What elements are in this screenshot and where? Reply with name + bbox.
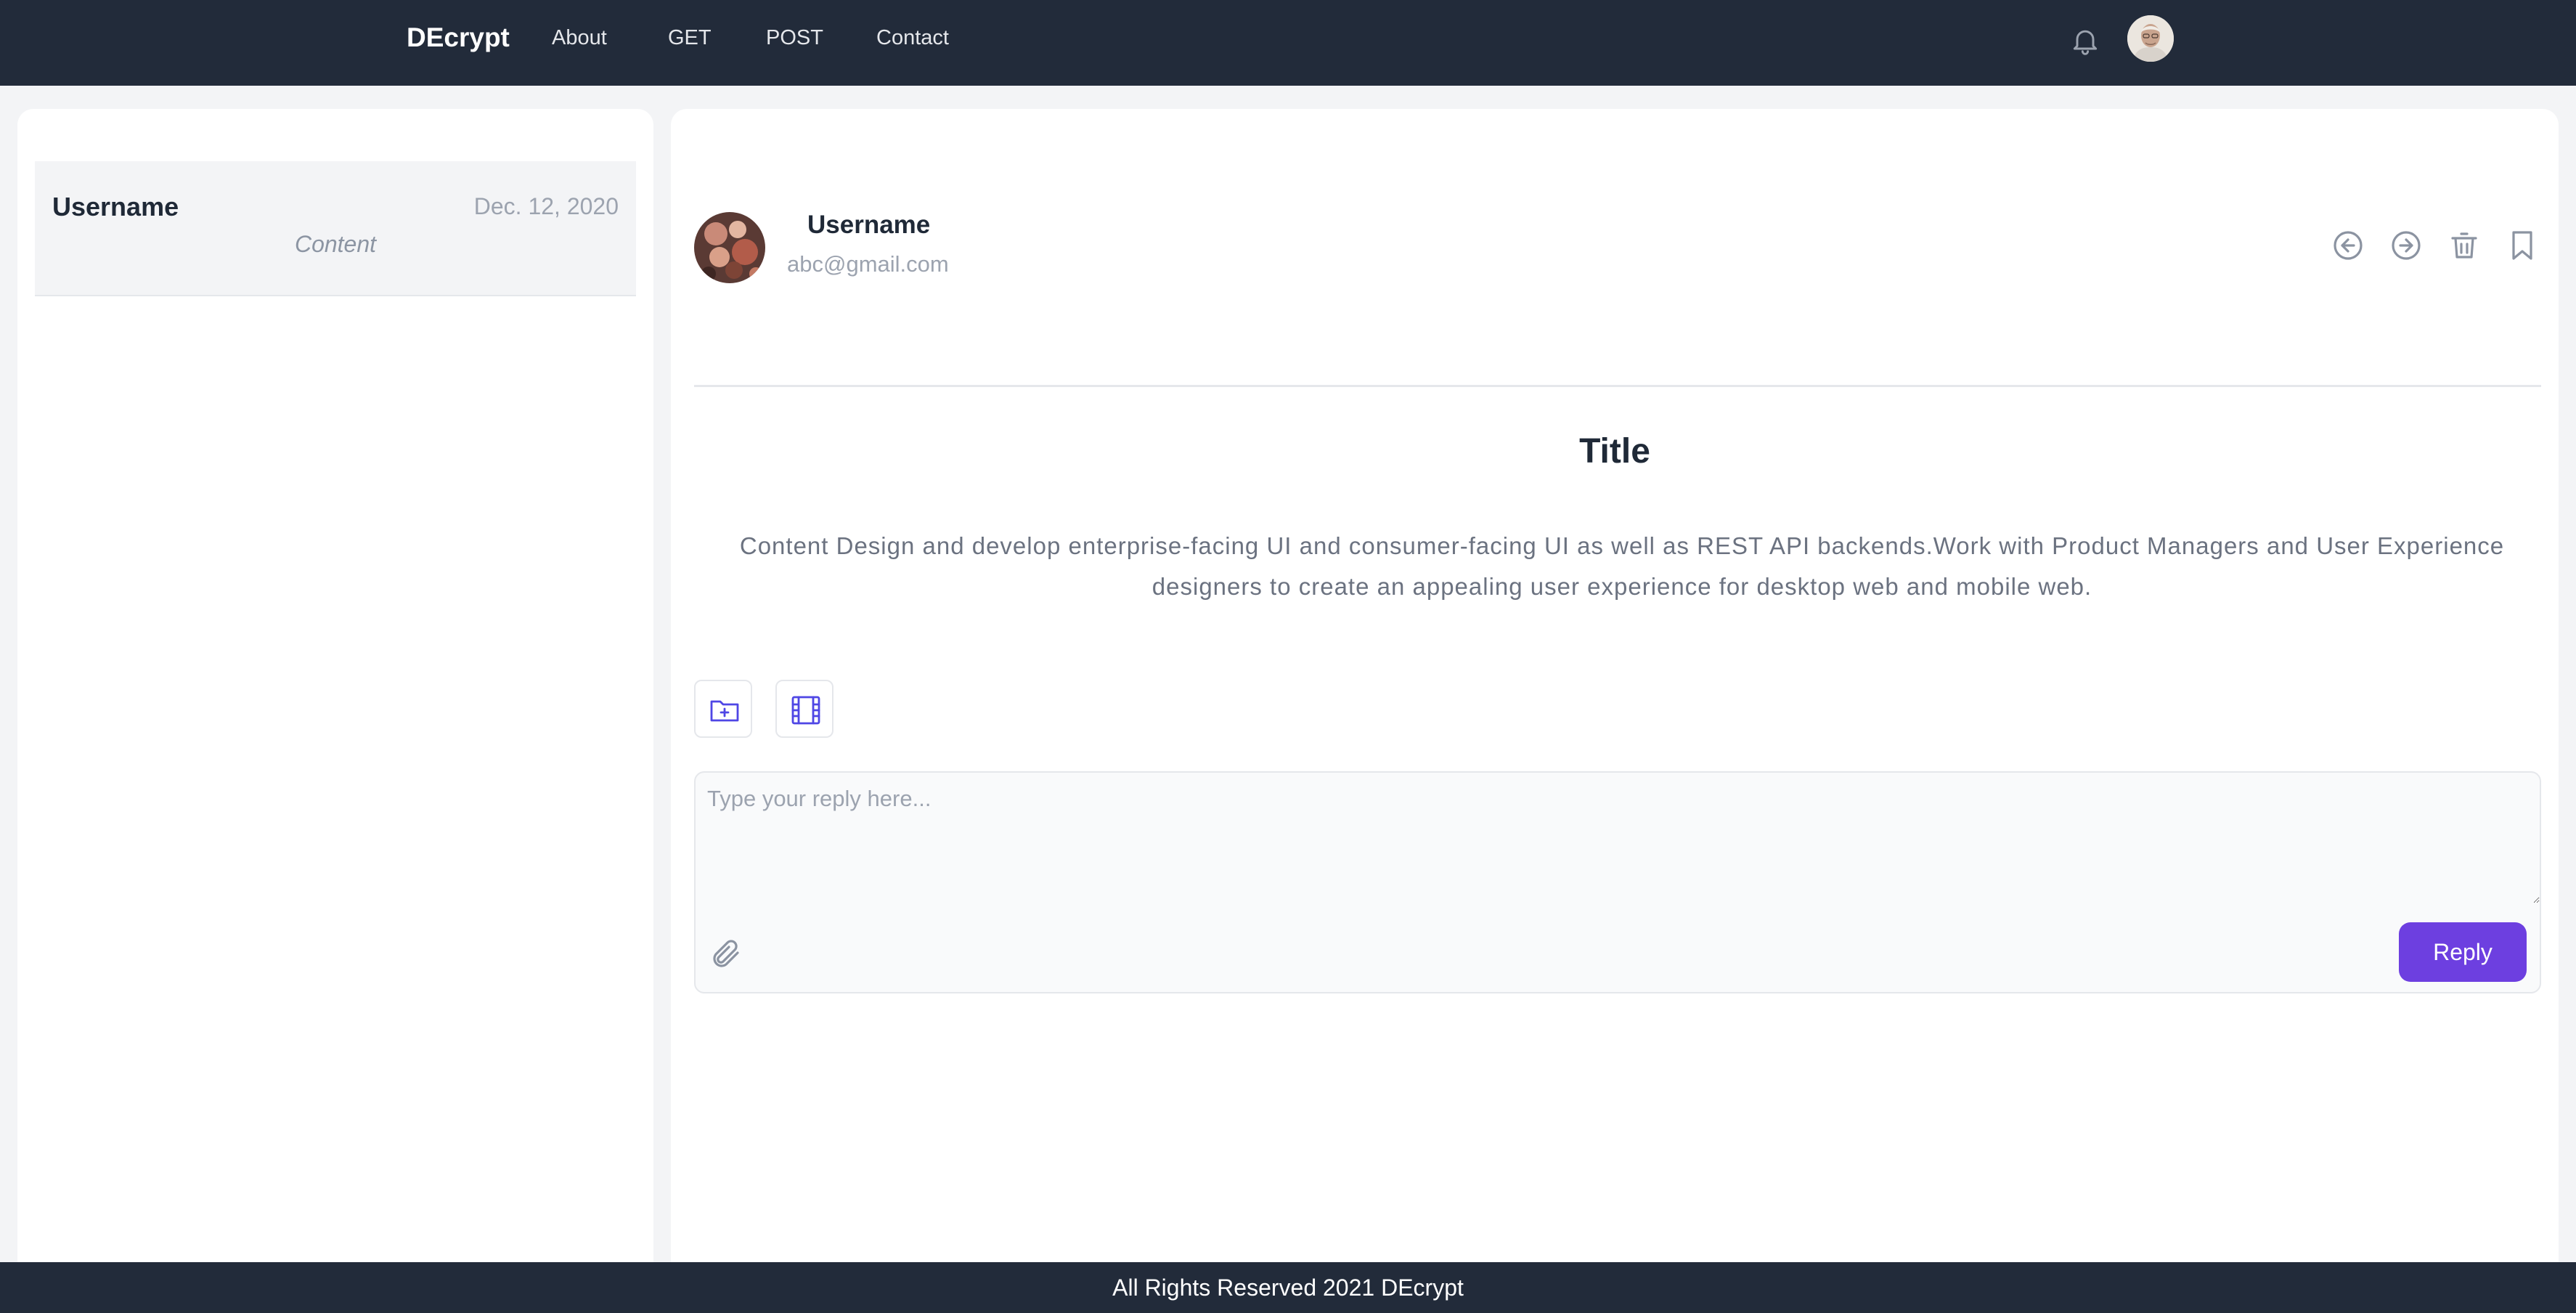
next-icon[interactable] bbox=[2389, 228, 2424, 263]
message-panel: Username abc@gmail.com Title Content Des… bbox=[671, 109, 2559, 1271]
previous-icon[interactable] bbox=[2331, 228, 2365, 263]
flowers-photo-icon bbox=[694, 212, 765, 283]
avatar-photo-icon bbox=[2127, 15, 2174, 62]
trash-icon[interactable] bbox=[2447, 228, 2482, 263]
reply-composer: Reply bbox=[694, 771, 2541, 993]
nav-link-contact[interactable]: Contact bbox=[876, 23, 949, 52]
paperclip-icon[interactable] bbox=[709, 937, 743, 972]
nav-link-about[interactable]: About bbox=[552, 23, 607, 52]
film-icon bbox=[791, 696, 820, 725]
add-video-button[interactable] bbox=[775, 680, 833, 738]
bookmark-icon[interactable] bbox=[2505, 228, 2540, 263]
footer-text: All Rights Reserved 2021 DEcrypt bbox=[1112, 1275, 1464, 1301]
reply-textarea[interactable] bbox=[696, 773, 2540, 903]
message-title: Title bbox=[1579, 432, 1650, 471]
sender-email: abc@gmail.com bbox=[787, 251, 949, 277]
reply-button[interactable]: Reply bbox=[2399, 922, 2527, 982]
user-avatar[interactable] bbox=[2127, 15, 2174, 62]
folder-plus-icon bbox=[710, 700, 739, 722]
nav-link-get[interactable]: GET bbox=[668, 23, 712, 52]
bell-icon[interactable] bbox=[2069, 24, 2101, 57]
inbox-panel: Username Dec. 12, 2020 Content bbox=[17, 109, 653, 1271]
sender-name: Username bbox=[807, 211, 931, 239]
footer: All Rights Reserved 2021 DEcrypt bbox=[0, 1262, 2576, 1313]
inbox-item-date: Dec. 12, 2020 bbox=[473, 193, 619, 219]
message-body: Content Design and develop enterprise-fa… bbox=[739, 532, 2505, 600]
sender-avatar bbox=[694, 212, 765, 283]
header-divider bbox=[694, 385, 2541, 387]
inbox-item-username: Username bbox=[52, 192, 179, 221]
top-navbar: DEcrypt About GET POST Contact bbox=[0, 0, 2576, 86]
brand-logo[interactable]: DEcrypt bbox=[407, 20, 510, 55]
inbox-list-item[interactable]: Username Dec. 12, 2020 Content bbox=[35, 161, 636, 296]
nav-link-post[interactable]: POST bbox=[766, 23, 823, 52]
add-folder-button[interactable] bbox=[694, 680, 752, 738]
inbox-item-preview: Content bbox=[294, 231, 377, 257]
